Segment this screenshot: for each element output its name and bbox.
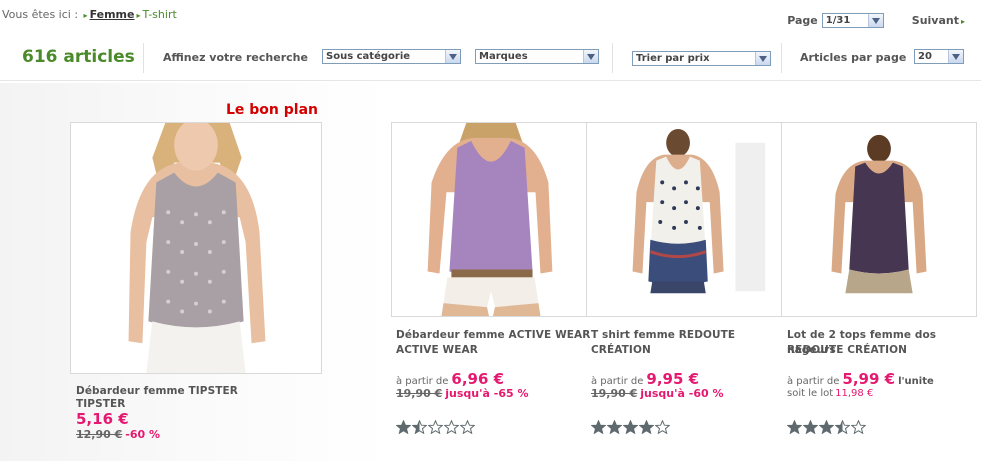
refine-label: Affinez votre recherche [163,51,308,64]
price-value: 5,16 € [76,410,129,428]
breadcrumb-current: T-shirt [142,8,177,21]
page-label: Page [787,14,818,27]
star-full-icon [639,420,654,434]
divider [612,43,613,73]
discount: jusqu'à -60 % [640,387,724,400]
product-image[interactable] [781,122,977,317]
lot-price-line: soit le lot 11,98 € [787,388,873,399]
breadcrumb-link-femme[interactable]: Femme [90,8,135,21]
star-empty-icon [460,420,475,434]
chevron-down-icon[interactable] [583,50,598,63]
star-full-icon [623,420,638,434]
product-price: à partir de 9,95 € [591,370,699,388]
rating-stars [787,420,866,434]
star-full-icon [591,420,606,434]
breadcrumb-prefix: Vous êtes ici : [2,8,79,21]
star-full-icon [787,420,802,434]
from-label: à partir de [396,376,449,387]
subcategory-select[interactable]: Sous catégorie [322,49,461,64]
product-price: à partir de 6,96 € [396,370,504,388]
product-brand: ACTIVE WEAR [396,344,478,356]
lot-price: 11,98 € [835,388,874,399]
product-name[interactable]: Débardeur femme ACTIVE WEAR [396,328,590,343]
star-half-icon [412,420,427,434]
star-empty-icon [655,420,670,434]
breadcrumb-separator-icon: ▸ [83,11,88,20]
page-select[interactable]: 1/31 [821,13,884,28]
price-value: 5,99 € [842,370,896,388]
rating-stars [396,420,475,434]
product-old-price-line: 19,90 € jusqu'à -65 % [396,387,528,400]
divider [143,43,144,73]
lot-label: soit le lot [787,388,834,399]
divider [781,43,782,73]
star-empty-icon [428,420,443,434]
from-label: à partir de [591,376,644,387]
star-half-icon [835,420,850,434]
per-page-label: Articles par page [800,51,907,64]
product-name[interactable]: T shirt femme REDOUTE [591,328,735,343]
discount: jusqu'à -65 % [445,387,529,400]
star-empty-icon [444,420,459,434]
old-price: 19,90 € [591,387,638,400]
product-old-price-line: 19,90 € jusqu'à -60 % [591,387,723,400]
product-image[interactable] [391,122,587,317]
product-price: 5,16 € [76,410,129,428]
product-old-price-line: 12,90 € -60 % [76,428,160,441]
page-select-value: 1/31 [825,15,851,26]
chevron-down-icon[interactable] [948,50,963,63]
product-brand: CRÉATION [591,344,651,356]
featured-label: Le bon plan [226,102,319,118]
star-full-icon [803,420,818,434]
chevron-down-icon[interactable] [755,52,770,65]
product-image[interactable] [586,122,782,317]
filter-toolbar: 616 articles Affinez votre recherche Sou… [0,35,981,81]
brands-select[interactable]: Marques [475,49,599,64]
price-value: 9,95 € [646,370,700,388]
product-brand: REDOUTE CRÉATION [787,344,908,356]
unit-label: l'unite [898,376,934,387]
breadcrumb-separator-icon: ▸ [136,11,141,20]
old-price: 12,90 € [76,428,123,441]
pagination: Page 1/31 Suivant ▸ [787,13,965,28]
product-price: à partir de 5,99 € l'unite [787,370,934,388]
star-full-icon [607,420,622,434]
next-page-link[interactable]: Suivant ▸ [912,14,965,27]
sort-select[interactable]: Trier par prix [632,51,771,66]
discount: -60 % [125,428,161,441]
rating-stars [591,420,670,434]
star-empty-icon [851,420,866,434]
old-price: 19,90 € [396,387,443,400]
star-full-icon [819,420,834,434]
article-count: 616 articles [22,47,135,67]
price-value: 6,96 € [451,370,505,388]
chevron-down-icon[interactable] [867,14,883,27]
breadcrumb: Vous êtes ici : ▸ Femme ▸ T-shirt [2,8,177,21]
from-label: à partir de [787,376,840,387]
per-page-select[interactable]: 20 [914,49,964,64]
chevron-down-icon[interactable] [445,50,460,63]
arrow-right-icon: ▸ [960,17,965,26]
star-full-icon [396,420,411,434]
product-image[interactable] [70,122,322,374]
